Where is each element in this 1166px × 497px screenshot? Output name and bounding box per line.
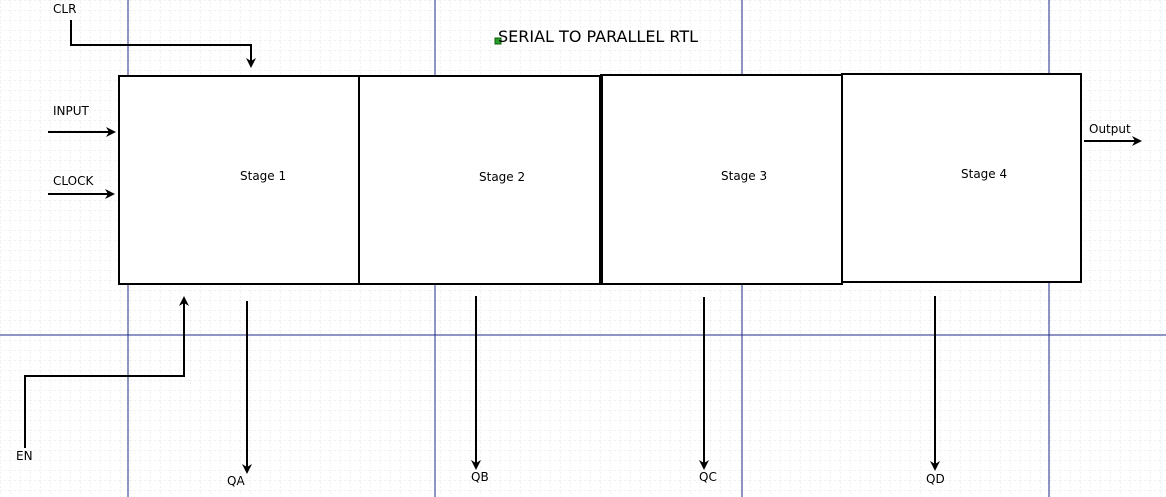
diagram-title: SERIAL TO PARALLEL RTL — [498, 27, 698, 46]
input-label: INPUT — [53, 104, 90, 118]
qc-label: QC — [699, 470, 717, 484]
qd-label: QD — [926, 472, 945, 486]
stage-2[interactable]: Stage 2 — [358, 75, 602, 285]
stage-3-label: Stage 3 — [721, 169, 767, 183]
clr-label: CLR — [53, 2, 76, 16]
clock-label: CLOCK — [53, 174, 94, 188]
qa-label: QA — [227, 474, 245, 488]
stage-4[interactable]: Stage 4 — [841, 73, 1082, 283]
stage-2-label: Stage 2 — [479, 170, 525, 184]
output-label: Output — [1089, 122, 1131, 136]
stage-1-label: Stage 1 — [240, 169, 286, 183]
qb-label: QB — [471, 470, 489, 484]
stage-3[interactable]: Stage 3 — [599, 74, 843, 285]
diagram-canvas[interactable]: SERIAL TO PARALLEL RTL Stage 1 Stage 2 S… — [0, 0, 1166, 497]
stage-1[interactable]: Stage 1 — [118, 75, 360, 285]
stage-4-label: Stage 4 — [961, 167, 1007, 181]
en-label: EN — [16, 449, 33, 463]
